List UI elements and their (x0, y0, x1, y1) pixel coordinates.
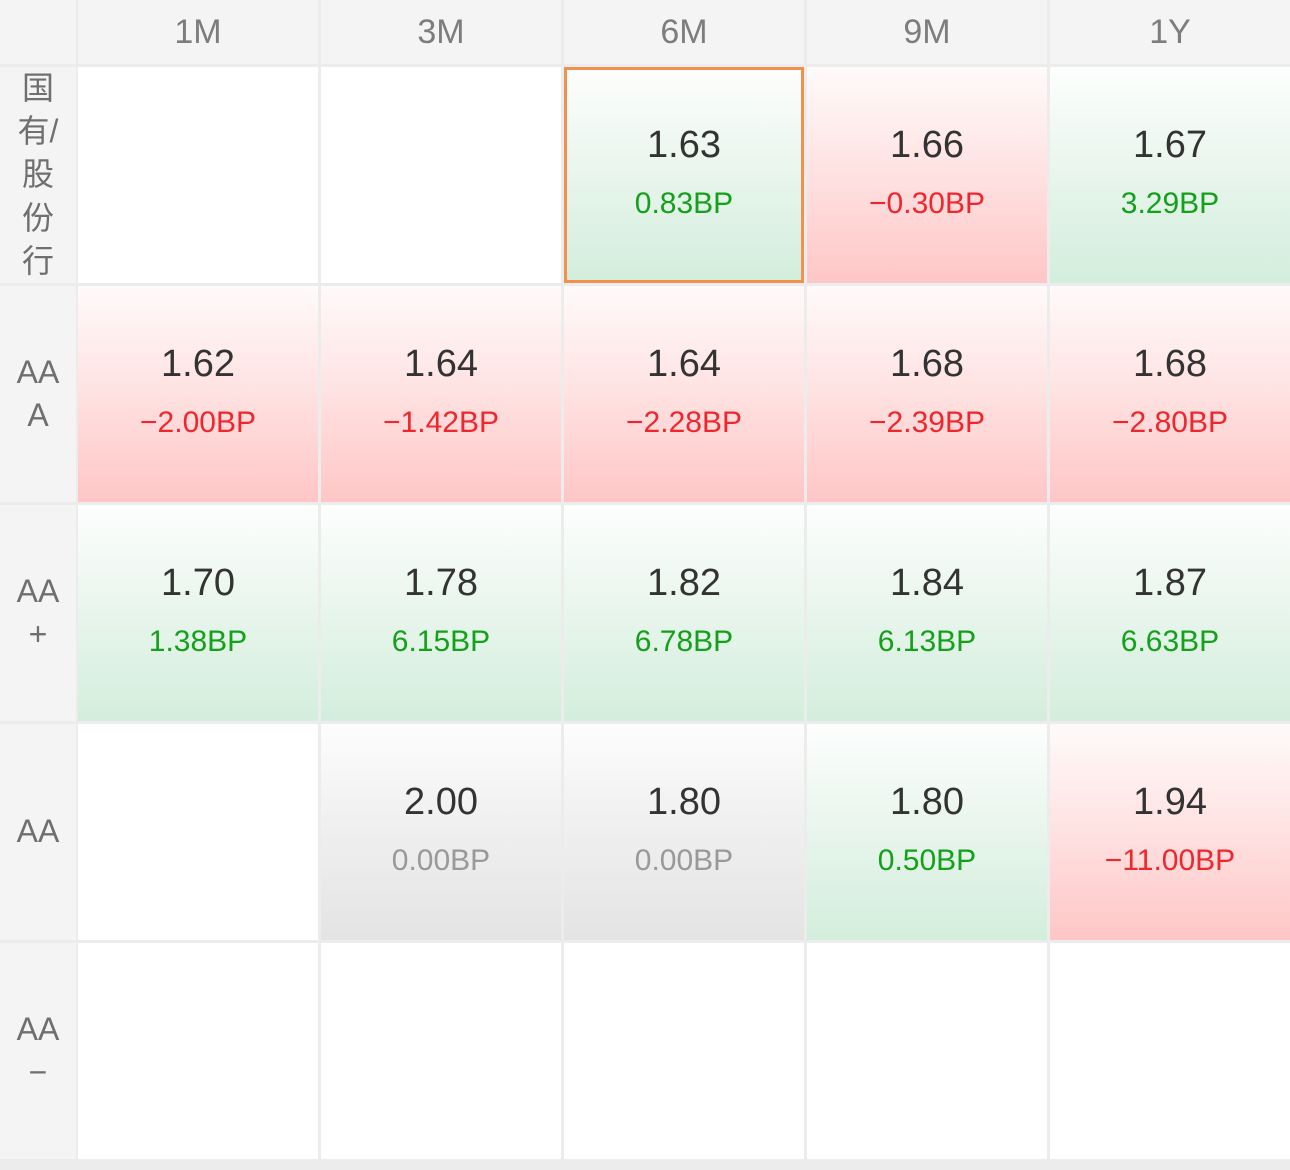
rate-change: −2.80BP (1112, 406, 1228, 439)
rate-value: 1.68 (890, 343, 964, 385)
rate-value: 1.70 (161, 562, 235, 604)
rate-change: 0.00BP (634, 844, 734, 877)
rate-change: 0.50BP (877, 844, 977, 877)
empty-cell[interactable] (78, 943, 318, 1159)
rate-value: 1.94 (1133, 781, 1207, 823)
rate-value: 1.80 (890, 781, 964, 823)
rate-change: −1.42BP (383, 406, 499, 439)
rate-cell[interactable]: 1.64 −1.42BP (321, 286, 561, 502)
rate-cell[interactable]: 1.64 −2.28BP (564, 286, 804, 502)
rate-cell[interactable]: 1.94 −11.00BP (1050, 724, 1290, 940)
rate-value: 1.62 (161, 343, 235, 385)
column-header-1y[interactable]: 1Y (1050, 0, 1290, 64)
empty-cell[interactable] (564, 943, 804, 1159)
row-header[interactable]: AAA (0, 286, 76, 502)
row-header-label: AA− (16, 1010, 60, 1090)
rate-cell[interactable]: 1.82 6.78BP (564, 505, 804, 721)
rate-cell[interactable]: 1.80 0.00BP (564, 724, 804, 940)
rate-change: 6.78BP (634, 625, 734, 658)
row-header[interactable]: AA− (0, 943, 76, 1159)
column-header-3m[interactable]: 3M (321, 0, 561, 64)
rate-change: 1.38BP (148, 625, 248, 658)
row-header[interactable]: AA+ (0, 505, 76, 721)
rate-cell[interactable]: 1.62 −2.00BP (78, 286, 318, 502)
empty-cell[interactable] (78, 67, 318, 283)
rate-change: 0.00BP (391, 844, 491, 877)
rate-cell[interactable]: 2.00 0.00BP (321, 724, 561, 940)
rate-value: 1.64 (404, 343, 478, 385)
rate-cell[interactable]: 1.78 6.15BP (321, 505, 561, 721)
row-header[interactable]: 国有/股份行 (0, 67, 76, 283)
empty-cell[interactable] (321, 943, 561, 1159)
rate-cell[interactable]: 1.84 6.13BP (807, 505, 1047, 721)
rate-cell[interactable]: 1.80 0.50BP (807, 724, 1047, 940)
rate-cell[interactable]: 1.87 6.63BP (1050, 505, 1290, 721)
row-header-label: AA+ (16, 572, 60, 652)
rate-cell[interactable]: 1.67 3.29BP (1050, 67, 1290, 283)
rate-value: 1.67 (1133, 124, 1207, 166)
rate-change: 6.63BP (1120, 625, 1220, 658)
rate-value: 1.64 (647, 343, 721, 385)
row-header-label: 国有/股份行 (17, 70, 59, 279)
row-header-label: AAA (16, 353, 60, 433)
rate-value: 1.68 (1133, 343, 1207, 385)
rate-change: 3.29BP (1120, 187, 1220, 220)
rate-change: −2.00BP (140, 406, 256, 439)
row-header-label: AA (16, 813, 60, 850)
rate-change: −2.28BP (626, 406, 742, 439)
empty-cell[interactable] (78, 724, 318, 940)
column-header-6m[interactable]: 6M (564, 0, 804, 64)
rate-change: −2.39BP (869, 406, 985, 439)
rate-value: 1.84 (890, 562, 964, 604)
rate-cell[interactable]: 1.63 0.83BP (564, 67, 804, 283)
empty-cell[interactable] (807, 943, 1047, 1159)
rate-value: 1.66 (890, 124, 964, 166)
rate-cell[interactable]: 1.66 −0.30BP (807, 67, 1047, 283)
rate-change: −0.30BP (869, 187, 985, 220)
column-header-1m[interactable]: 1M (78, 0, 318, 64)
column-header-9m[interactable]: 9M (807, 0, 1047, 64)
rate-cell[interactable]: 1.68 −2.80BP (1050, 286, 1290, 502)
rate-value: 1.87 (1133, 562, 1207, 604)
rate-change: −11.00BP (1104, 844, 1236, 877)
rate-value: 1.82 (647, 562, 721, 604)
rate-change: 0.83BP (634, 187, 734, 220)
rate-value: 1.63 (647, 124, 721, 166)
rate-value: 1.80 (647, 781, 721, 823)
header-corner (0, 0, 76, 64)
rate-change: 6.13BP (877, 625, 977, 658)
rate-value: 1.78 (404, 562, 478, 604)
rate-value: 2.00 (404, 781, 478, 823)
empty-cell[interactable] (321, 67, 561, 283)
rate-cell[interactable]: 1.68 −2.39BP (807, 286, 1047, 502)
rate-change: 6.15BP (391, 625, 491, 658)
rate-grid: 1M 3M 6M 9M 1Y 国有/股份行 1.63 0.83BP 1.66 −0.30BP 1.6… (0, 0, 1290, 1170)
row-header[interactable]: AA (0, 724, 76, 940)
rate-cell[interactable]: 1.70 1.38BP (78, 505, 318, 721)
empty-cell[interactable] (1050, 943, 1290, 1159)
